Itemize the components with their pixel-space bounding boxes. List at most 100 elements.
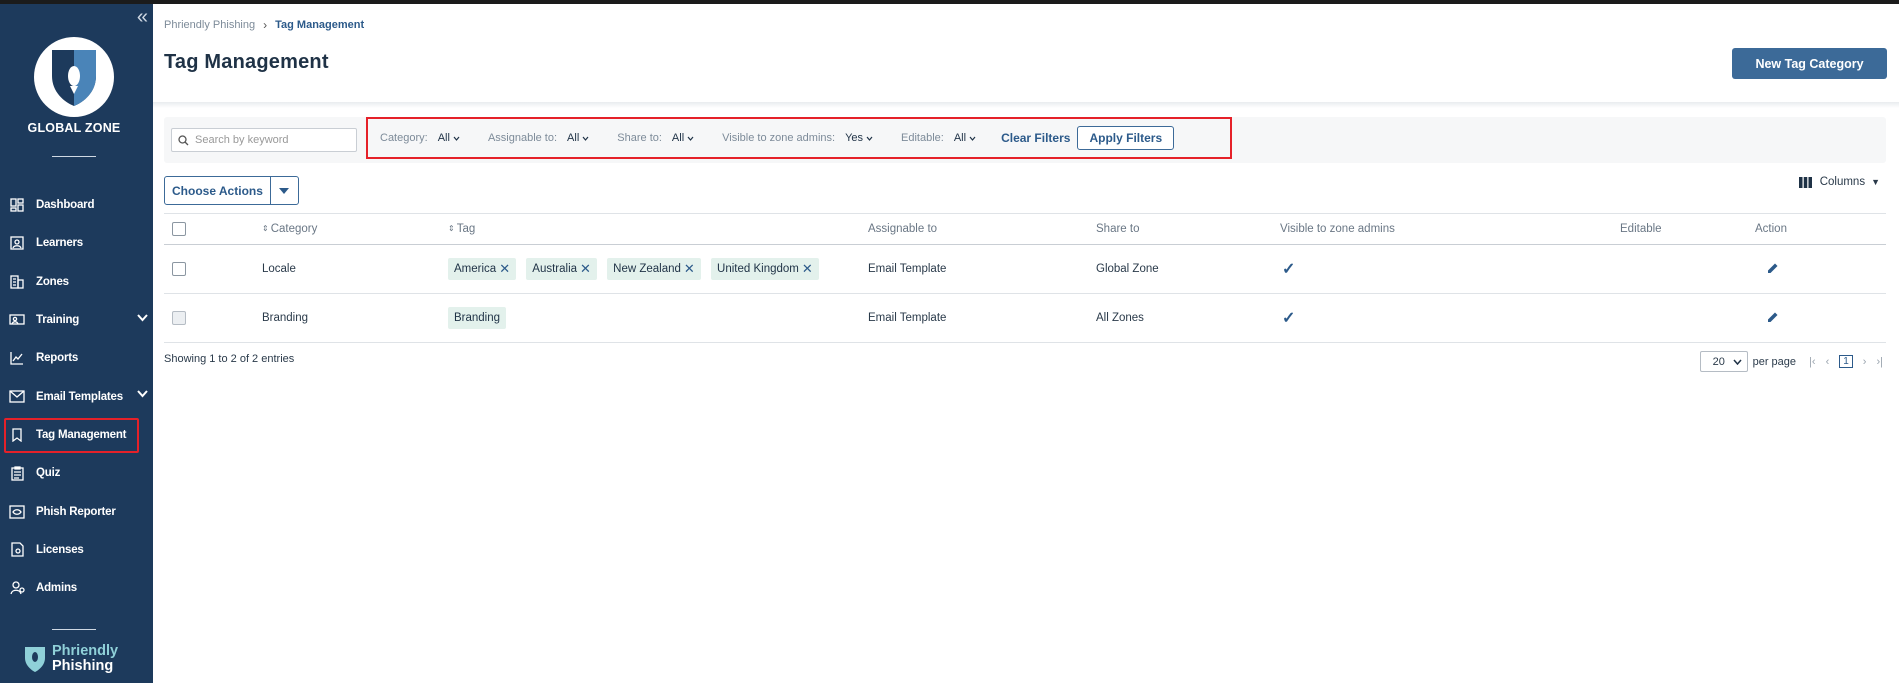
row-checkbox[interactable] [172, 262, 186, 276]
brand-line1: Phriendly [52, 643, 119, 659]
sidebar-nav: Dashboard Learners Zones Training Report… [0, 186, 153, 607]
tag-chip: America ✕ [448, 258, 517, 280]
sidebar-item-email-templates[interactable]: Email Templates [0, 377, 153, 415]
chevron-down-icon[interactable] [137, 389, 148, 401]
remove-tag-icon[interactable]: ✕ [802, 261, 813, 277]
sidebar-item-label: Zones [36, 275, 69, 288]
checkmark-icon: ✓ [1282, 261, 1296, 278]
last-page-icon[interactable]: ›| [1876, 356, 1883, 368]
sidebar-item-label: Training [36, 314, 80, 327]
assignable-filter[interactable]: Assignable to: All [488, 132, 589, 144]
clear-filters-button[interactable]: Clear Filters [1001, 131, 1070, 145]
sidebar-item-label: Reports [36, 352, 79, 365]
phriendly-phishing-logo: Phriendly Phishing [24, 644, 118, 674]
page-number-button[interactable]: 1 [1839, 355, 1853, 368]
chevron-down-icon[interactable] [137, 313, 148, 325]
edit-pencil-icon[interactable] [1767, 262, 1779, 274]
tag-chip: United Kingdom ✕ [711, 258, 819, 280]
choose-actions-button[interactable]: Choose Actions [165, 177, 271, 204]
chevron-down-icon [866, 132, 873, 144]
sidebar-item-zones[interactable]: Zones [0, 263, 153, 301]
sidebar-item-training[interactable]: Training [0, 301, 153, 339]
action-cell [1755, 293, 1886, 343]
filter-label: Share to: [617, 132, 662, 144]
tag-chip: New Zealand ✕ [607, 258, 701, 280]
tag-label: United Kingdom [717, 263, 799, 275]
sidebar-item-label: Email Templates [36, 390, 123, 403]
breadcrumb-root[interactable]: Phriendly Phishing [164, 19, 255, 31]
select-all-checkbox[interactable] [172, 222, 186, 236]
filter-label: Category: [380, 132, 428, 144]
action-cell [1755, 244, 1886, 294]
remove-tag-icon[interactable]: ✕ [684, 261, 695, 277]
choose-actions-dropdown[interactable]: Choose Actions [164, 176, 299, 205]
collapse-sidebar-icon[interactable]: « [137, 7, 148, 27]
column-header-category[interactable]: ⇕ Category [262, 213, 448, 245]
next-page-icon[interactable]: › [1863, 356, 1867, 368]
zone-name: GLOBAL ZONE [27, 121, 121, 135]
column-header-tag[interactable]: ⇕ Tag [448, 213, 868, 245]
pagination: 20 per page |‹ ‹ 1 › ›| [1699, 351, 1888, 372]
row-checkbox[interactable] [172, 311, 186, 325]
sort-icon: ⇕ [262, 224, 269, 234]
divider [52, 156, 96, 157]
header-label: Tag [456, 223, 476, 235]
sort-icon: ⇕ [448, 224, 455, 234]
apply-filters-button[interactable]: Apply Filters [1077, 126, 1175, 150]
sidebar-item-dashboard[interactable]: Dashboard [0, 186, 153, 224]
tag-table: ⇕ Category ⇕ Tag Assignable to Share to Vi… [164, 213, 1886, 343]
quiz-icon [8, 464, 26, 482]
sidebar-item-admins[interactable]: Admins [0, 569, 153, 607]
visible-cell: ✓ [1280, 244, 1620, 294]
per-page-select[interactable]: 20 [1699, 351, 1748, 372]
admins-icon [8, 579, 26, 597]
tag-label: Australia [532, 263, 578, 275]
sidebar-item-reports[interactable]: Reports [0, 339, 153, 377]
sidebar-item-quiz[interactable]: Quiz [0, 454, 153, 492]
assignable-cell: Email Template [868, 244, 1096, 294]
editable-filter[interactable]: Editable: All [901, 132, 976, 144]
chevron-right-icon: › [263, 18, 268, 32]
remove-tag-icon[interactable]: ✕ [580, 261, 591, 277]
category-cell: Branding [262, 293, 448, 343]
edit-pencil-icon[interactable] [1767, 311, 1779, 323]
per-page-value: 20 [1712, 355, 1725, 368]
filter-value: All [567, 132, 580, 144]
column-header-action: Action [1755, 213, 1886, 245]
first-page-icon[interactable]: |‹ [1809, 356, 1816, 368]
columns-button[interactable]: Columns ▼ [1798, 176, 1880, 188]
search-input[interactable]: Search by keyword [171, 128, 357, 152]
checkmark-icon: ✓ [1282, 310, 1296, 327]
share-cell: All Zones [1096, 293, 1280, 343]
filter-bar: Search by keyword Category: All Assignab… [164, 117, 1886, 163]
editable-cell [1620, 244, 1755, 294]
divider [153, 102, 1899, 108]
sidebar-item-licenses[interactable]: Licenses [0, 531, 153, 569]
category-cell: Locale [262, 244, 448, 294]
visible-filter[interactable]: Visible to zone admins: Yes [722, 132, 873, 144]
filter-label: Visible to zone admins: [722, 132, 836, 144]
filter-value: All [671, 132, 685, 144]
table-row: Branding Branding Email Template All Zon… [164, 293, 1886, 343]
reports-icon [8, 349, 26, 367]
caret-down-icon[interactable] [271, 177, 298, 204]
filter-label: Editable: [901, 132, 944, 144]
assignable-cell: Email Template [868, 293, 1096, 343]
share-filter[interactable]: Share to: All [617, 132, 694, 144]
page-title: Tag Management [164, 51, 329, 73]
sidebar-item-tag-management[interactable]: Tag Management [0, 416, 153, 454]
remove-tag-icon[interactable]: ✕ [499, 261, 510, 277]
sidebar-item-learners[interactable]: Learners [0, 224, 153, 262]
breadcrumb-current: Tag Management [275, 19, 365, 31]
filter-value: Yes [845, 132, 864, 144]
new-tag-category-button[interactable]: New Tag Category [1732, 48, 1887, 79]
sidebar-item-phish-reporter[interactable]: Phish Reporter [0, 492, 153, 530]
licenses-icon [8, 541, 26, 559]
filter-label: Assignable to: [487, 132, 558, 144]
visible-cell: ✓ [1280, 293, 1620, 343]
filters-group: Category: All Assignable to: All Share t… [366, 117, 1232, 159]
prev-page-icon[interactable]: ‹ [1826, 356, 1830, 368]
category-filter[interactable]: Category: All [380, 132, 460, 144]
sidebar-item-label: Admins [36, 582, 77, 595]
chevron-down-icon [687, 132, 694, 144]
